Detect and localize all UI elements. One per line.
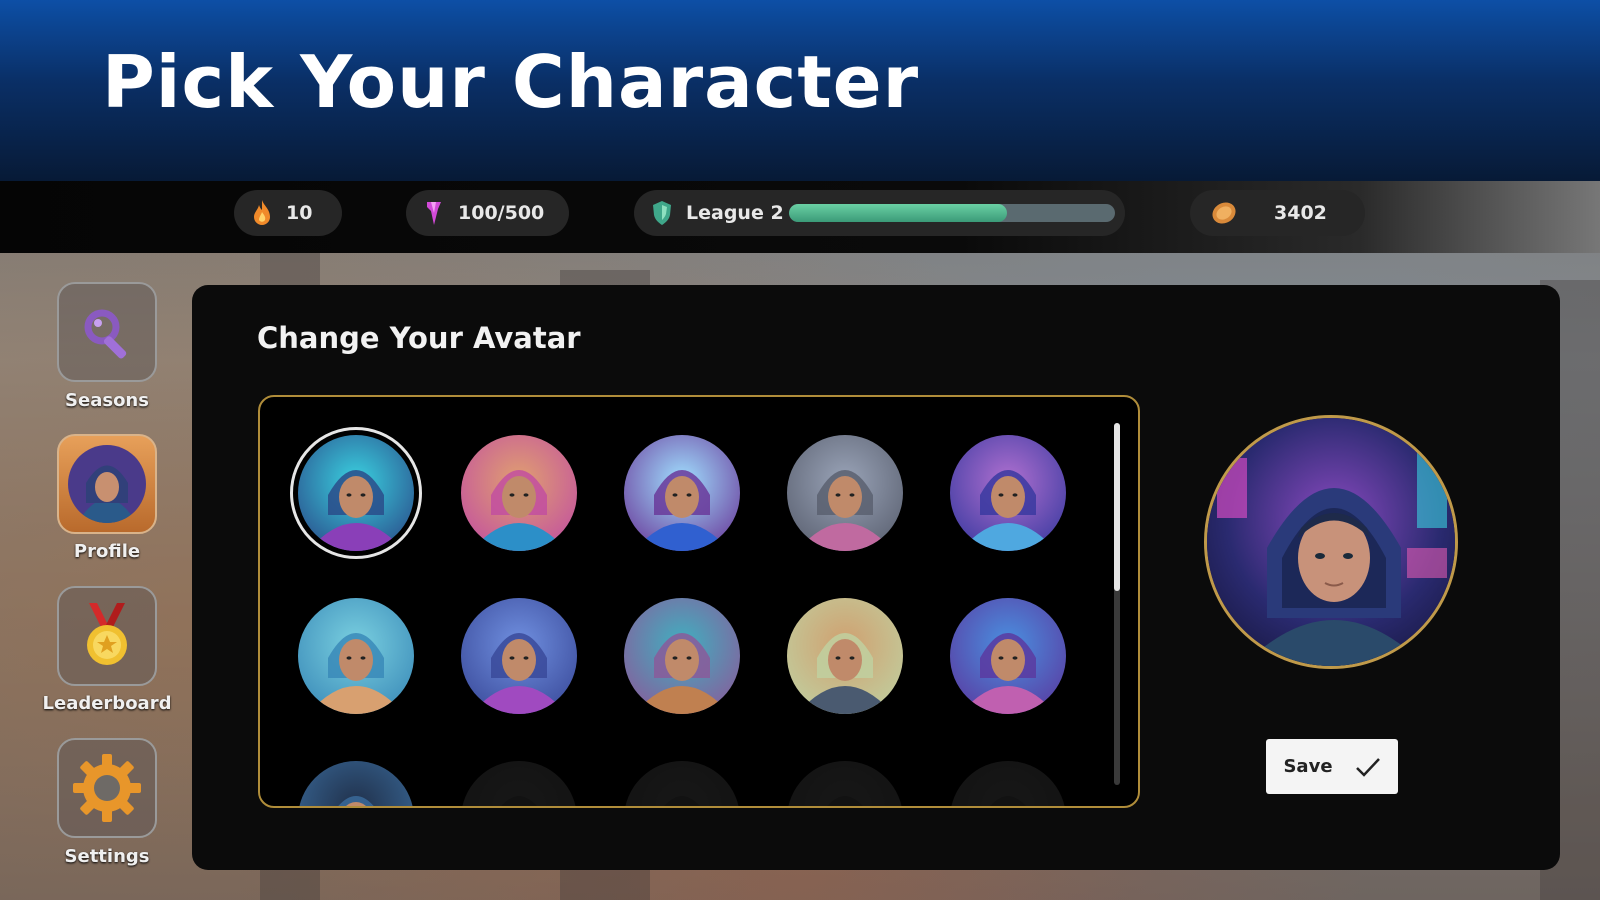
avatar-portrait (298, 761, 414, 806)
sidebar-item-profile[interactable] (57, 434, 157, 534)
flame-icon (254, 200, 270, 225)
avatar-preview-portrait (1207, 418, 1455, 666)
avatar-option[interactable] (787, 435, 903, 551)
avatar-portrait (624, 761, 740, 806)
checkmark-icon (1355, 757, 1380, 777)
panel-title: Change Your Avatar (257, 321, 581, 355)
sidebar-item-label: Leaderboard (42, 693, 172, 714)
avatar-portrait (461, 435, 577, 551)
avatar-option[interactable] (950, 761, 1066, 806)
avatar-panel: Change Your Avatar Save (192, 285, 1560, 870)
avatar-option[interactable] (461, 598, 577, 714)
coin-value: 3402 (1274, 202, 1327, 224)
avatar-portrait (298, 598, 414, 714)
avatar-portrait (787, 435, 903, 551)
avatar-option[interactable] (461, 761, 577, 806)
avatar-portrait (950, 761, 1066, 806)
header-banner: Pick Your Character (0, 0, 1600, 181)
avatar-portrait (950, 435, 1066, 551)
sidebar-item-label: Profile (73, 541, 141, 562)
scrollbar-thumb[interactable] (1114, 423, 1120, 591)
league-shield-icon (653, 201, 671, 225)
profile-avatar-icon (68, 445, 146, 523)
energy-counter: 100/500 (406, 190, 569, 236)
page-title: Pick Your Character (102, 40, 920, 124)
avatar-portrait (298, 435, 414, 551)
avatar-scrollbar[interactable] (1114, 423, 1120, 785)
avatar-option[interactable] (461, 435, 577, 551)
sidebar-item-leaderboard[interactable] (57, 586, 157, 686)
avatar-grid (260, 397, 1120, 806)
avatar-portrait (624, 435, 740, 551)
avatar-option[interactable] (624, 761, 740, 806)
coin-icon (1212, 202, 1236, 224)
gear-icon (73, 754, 141, 822)
streak-value: 10 (286, 202, 313, 224)
sidebar-item-label: Seasons (65, 390, 149, 411)
gem-icon (427, 202, 441, 225)
avatar-option[interactable] (950, 435, 1066, 551)
league-progress-bar (789, 204, 1115, 222)
avatar-option[interactable] (787, 761, 903, 806)
avatar-option[interactable] (624, 435, 740, 551)
avatar-portrait (787, 761, 903, 806)
league-label: League 2 (686, 202, 784, 224)
energy-value: 100/500 (458, 202, 545, 224)
avatar-grid-frame (258, 395, 1140, 808)
sidebar-item-seasons[interactable] (57, 282, 157, 382)
sidebar-item-settings[interactable] (57, 738, 157, 838)
avatar-option[interactable] (290, 427, 422, 559)
stats-bar: 10 100/500 League 2 3402 (0, 181, 1600, 253)
avatar-option[interactable] (298, 761, 414, 806)
avatar-option[interactable] (950, 598, 1066, 714)
avatar-portrait (787, 598, 903, 714)
avatar-option[interactable] (787, 598, 903, 714)
avatar-portrait (461, 598, 577, 714)
streak-counter: 10 (234, 190, 342, 236)
avatar-preview (1204, 415, 1458, 669)
sidebar-item-label: Settings (64, 846, 150, 867)
save-button-label: Save (1283, 756, 1333, 777)
avatar-portrait (950, 598, 1066, 714)
league-progress[interactable]: League 2 (634, 190, 1125, 236)
coin-counter: 3402 (1190, 190, 1365, 236)
seasons-icon (84, 309, 127, 359)
league-progress-fill (789, 204, 1008, 222)
avatar-option[interactable] (624, 598, 740, 714)
avatar-portrait (461, 761, 577, 806)
save-button[interactable]: Save (1266, 739, 1398, 794)
avatar-option[interactable] (298, 598, 414, 714)
medal-icon (87, 603, 127, 665)
avatar-portrait (624, 598, 740, 714)
